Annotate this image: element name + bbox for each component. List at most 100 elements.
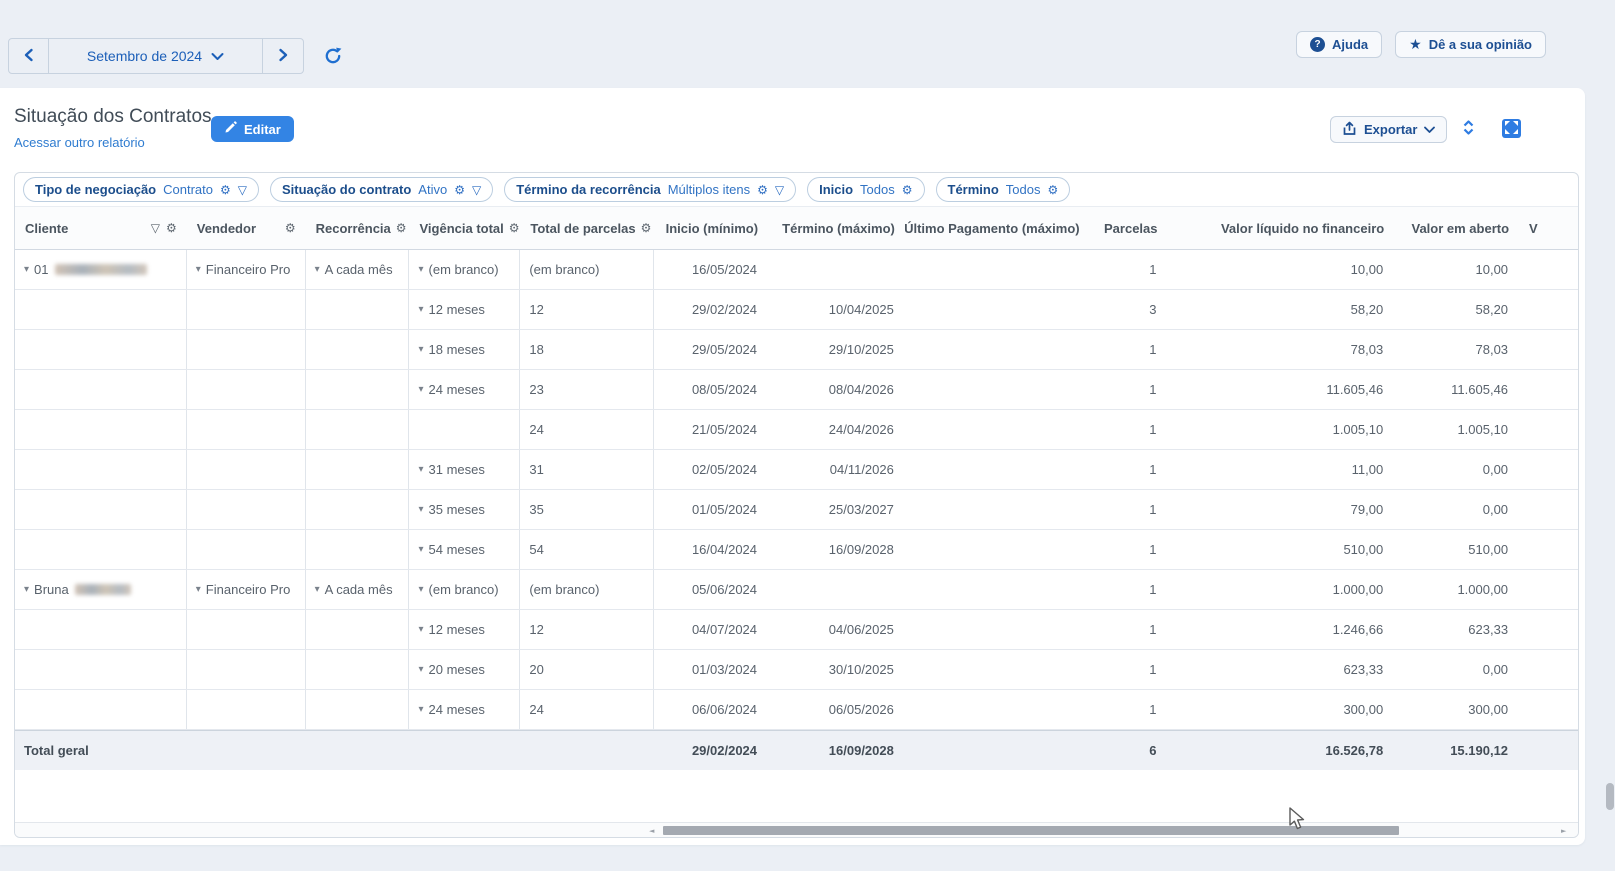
cell-text: 1: [1149, 582, 1156, 597]
collapse-caret-icon[interactable]: ▾: [418, 585, 423, 595]
table-cell: ▾ (em branco): [409, 570, 520, 609]
total-cell: 29/02/2024: [654, 731, 768, 770]
period-navigator: Setembro de 2024: [8, 38, 304, 74]
export-button[interactable]: Exportar: [1330, 116, 1447, 143]
filter-chip-2[interactable]: Situação do contratoAtivo⚙▽: [270, 177, 493, 202]
gear-icon[interactable]: ⚙: [902, 184, 913, 196]
cell-text: (em branco): [429, 582, 499, 597]
cell-text: 31: [529, 462, 543, 477]
collapse-caret-icon[interactable]: ▾: [418, 545, 423, 555]
help-button[interactable]: ? Ajuda: [1296, 31, 1382, 58]
cell-text: 12 meses: [429, 622, 485, 637]
collapse-caret-icon[interactable]: ▾: [418, 465, 423, 475]
column-header-label: Inicio (mínimo): [666, 221, 758, 236]
scroll-right-arrow[interactable]: ►: [1561, 826, 1566, 836]
funnel-icon[interactable]: ▽: [472, 184, 481, 196]
table-cell: ▾(em branco): [409, 250, 520, 289]
other-report-link[interactable]: Acessar outro relatório: [14, 135, 145, 150]
collapse-caret-icon[interactable]: ▾: [418, 665, 423, 675]
funnel-icon[interactable]: ▽: [151, 222, 160, 234]
table-cell: [409, 410, 520, 449]
table-cell: 12: [520, 610, 654, 649]
edit-button[interactable]: Editar: [211, 116, 294, 142]
expand-collapse-rows-button[interactable]: [1456, 117, 1480, 141]
table-cell: 35: [520, 490, 654, 529]
collapse-caret-icon[interactable]: ▾: [315, 265, 320, 275]
table-cell: 54: [520, 530, 654, 569]
table-cell: [306, 330, 410, 369]
gear-icon[interactable]: ⚙: [285, 222, 296, 234]
collapse-caret-icon[interactable]: ▾: [24, 265, 29, 275]
gear-icon[interactable]: ⚙: [641, 222, 652, 234]
gear-icon[interactable]: ⚙: [1048, 184, 1059, 196]
collapse-caret-icon[interactable]: ▾: [418, 505, 423, 515]
gear-icon[interactable]: ⚙: [454, 184, 465, 196]
collapse-caret-icon[interactable]: ▾: [24, 585, 29, 595]
next-period-button[interactable]: [263, 39, 303, 73]
collapse-caret-icon[interactable]: ▾: [196, 265, 201, 275]
period-dropdown[interactable]: Setembro de 2024: [49, 39, 263, 73]
gear-icon[interactable]: ⚙: [396, 222, 407, 234]
cell-text: 1: [1149, 662, 1156, 677]
table-cell: ▾18 meses: [409, 330, 520, 369]
gear-icon[interactable]: ⚙: [509, 222, 520, 234]
table-cell: [1519, 450, 1578, 489]
collapse-caret-icon[interactable]: ▾: [418, 705, 423, 715]
table-row: ▾24 meses2308/05/202408/04/2026111.605,4…: [15, 370, 1578, 410]
refresh-button[interactable]: [320, 44, 346, 70]
table-cell: 1: [1090, 650, 1168, 689]
column-header-5: Total de parcelas⚙: [520, 207, 654, 249]
fullscreen-button[interactable]: [1502, 119, 1521, 138]
cell-text: 31 meses: [429, 462, 485, 477]
table-row: ▾54 meses5416/04/202416/09/20281510,0051…: [15, 530, 1578, 570]
cell-text: 06/06/2024: [692, 702, 757, 717]
prev-period-button[interactable]: [9, 39, 49, 73]
cell-text: 21/05/2024: [692, 422, 757, 437]
filter-chip-4[interactable]: InicioTodos⚙: [807, 177, 924, 202]
table-cell: 29/02/2024: [654, 290, 768, 329]
filter-chip-1[interactable]: Tipo de negociaçãoContrato⚙▽: [23, 177, 259, 202]
cell-text: 11.605,46: [1326, 382, 1383, 397]
cell-text: 29/02/2024: [692, 743, 757, 758]
column-header-label: Cliente: [25, 221, 68, 236]
collapse-caret-icon[interactable]: ▾: [418, 625, 423, 635]
cell-text: 08/05/2024: [692, 382, 757, 397]
vertical-scrollbar-thumb[interactable]: [1606, 783, 1614, 810]
scrollbar-thumb[interactable]: [663, 826, 1399, 835]
table-cell: ▾35 meses: [409, 490, 520, 529]
scroll-left-arrow[interactable]: ◄: [649, 826, 654, 836]
filter-chip-3[interactable]: Término da recorrênciaMúltiplos itens⚙▽: [504, 177, 796, 202]
filter-chip-5[interactable]: TérminoTodos⚙: [936, 177, 1071, 202]
table-cell: [768, 570, 905, 609]
collapse-caret-icon[interactable]: ▾: [315, 585, 320, 595]
cell-text: 54 meses: [429, 542, 485, 557]
table-cell: [306, 530, 410, 569]
table-row: ▾12 meses1229/02/202410/04/2025358,2058,…: [15, 290, 1578, 330]
table-cell: [15, 530, 187, 569]
table-cell: 78,03: [1168, 330, 1395, 369]
table-cell: 12: [520, 290, 654, 329]
column-header-label: V: [1529, 221, 1538, 236]
funnel-icon[interactable]: ▽: [775, 184, 784, 196]
table-cell: 58,20: [1168, 290, 1395, 329]
gear-icon[interactable]: ⚙: [220, 184, 231, 196]
cell-text: 04/07/2024: [692, 622, 757, 637]
collapse-caret-icon[interactable]: ▾: [418, 385, 423, 395]
collapse-caret-icon[interactable]: ▾: [418, 345, 423, 355]
gear-icon[interactable]: ⚙: [166, 222, 177, 234]
funnel-icon[interactable]: ▽: [238, 184, 247, 196]
column-header-8: Último Pagamento (máximo): [905, 207, 1090, 249]
table-header-row: Cliente▽⚙Vendedor⚙Recorrência⚙Vigência t…: [15, 207, 1578, 250]
table-cell: [15, 410, 187, 449]
table-cell: [1519, 330, 1578, 369]
gear-icon[interactable]: ⚙: [757, 184, 768, 196]
feedback-button[interactable]: ★ Dê a sua opinião: [1395, 31, 1546, 58]
total-cell: 16.526,78: [1168, 731, 1395, 770]
cell-text: 24: [529, 702, 543, 717]
horizontal-scrollbar[interactable]: ◄ ►: [15, 822, 1578, 837]
table-cell: 29/05/2024: [654, 330, 768, 369]
collapse-caret-icon[interactable]: ▾: [418, 305, 423, 315]
collapse-caret-icon[interactable]: ▾: [418, 265, 423, 275]
collapse-caret-icon[interactable]: ▾: [196, 585, 201, 595]
cell-text: 01/05/2024: [692, 502, 757, 517]
